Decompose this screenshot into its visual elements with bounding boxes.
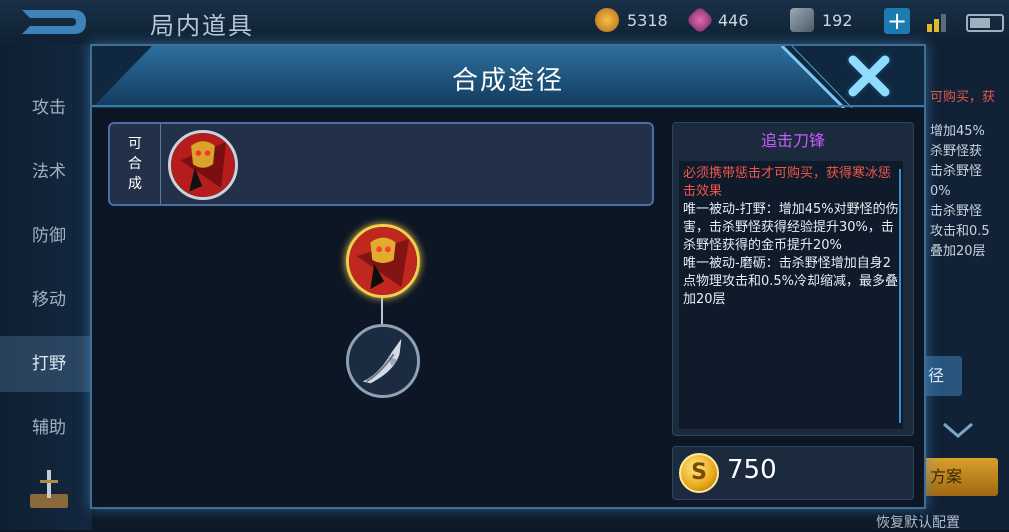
tree-connector-line xyxy=(381,298,383,326)
punishment-blade-icon xyxy=(349,327,417,395)
gold-counter: 5318 xyxy=(595,8,668,32)
item-description-panel: 追击刀锋 必须携带惩击才可购买，获得寒冰惩击效果 唯一被动-打野：增加45%对野… xyxy=(672,122,914,436)
chevron-down-icon[interactable] xyxy=(940,418,976,442)
category-sidebar: 攻击 法术 防御 移动 打野 辅助 xyxy=(0,44,92,530)
craftable-label-char: 可 xyxy=(128,136,142,152)
chasing-blade-icon xyxy=(349,227,417,295)
price-panel: S 750 xyxy=(672,446,914,500)
add-currency-button[interactable]: + xyxy=(884,8,910,34)
ticket-counter: 192 xyxy=(790,8,853,32)
description-scrollbar[interactable] xyxy=(899,169,901,423)
book-sword-icon[interactable] xyxy=(26,468,72,514)
gold-coin-icon: S xyxy=(679,453,719,493)
craftable-item-slot[interactable] xyxy=(168,130,238,200)
craftable-label-char: 合 xyxy=(128,156,142,172)
background-item-strip xyxy=(95,506,915,530)
sidebar-item-defense[interactable]: 防御 xyxy=(0,208,92,264)
close-icon[interactable] xyxy=(845,52,893,100)
craftable-into-row: 可 合 成 xyxy=(108,122,654,206)
background-text-red: 可购买，获 xyxy=(930,90,996,105)
sidebar-item-movement[interactable]: 移动 xyxy=(0,272,92,328)
sidebar-item-support[interactable]: 辅助 xyxy=(0,400,92,456)
restore-default-button[interactable]: 恢复默认配置 xyxy=(876,512,960,532)
background-plan-button[interactable]: 方案 xyxy=(918,458,998,496)
ticket-value: 192 xyxy=(822,10,853,30)
item-name: 追击刀锋 xyxy=(760,131,825,150)
crafting-path-dialog: 合成途径 可 合 成 追击刀锋 必须携带惩击才可购买，获得寒冰惩击效果 唯一被动… xyxy=(90,44,926,509)
back-button[interactable] xyxy=(12,6,92,38)
golden-mask-blade-icon xyxy=(171,133,235,197)
tree-child-item[interactable] xyxy=(346,324,420,398)
craftable-label-char: 成 xyxy=(128,176,142,192)
sidebar-item-magic[interactable]: 法术 xyxy=(0,144,92,200)
background-text: 增加45% 杀野怪获 击杀野怪 0% 击杀野怪 攻击和0.5 叠加20层 xyxy=(930,124,990,259)
dialog-title: 合成途径 xyxy=(451,66,564,96)
gem-counter: 446 xyxy=(685,5,749,35)
tree-parent-item[interactable] xyxy=(346,224,420,298)
signal-icon xyxy=(927,14,946,32)
passive-sharpen: 唯一被动-磨砺：击杀野怪增加自身2点物理攻击和0.5%冷却缩减，最多叠加20层 xyxy=(683,256,899,307)
battery-icon xyxy=(966,14,1004,32)
gem-value: 446 xyxy=(718,10,749,30)
passive-jungle: 唯一被动-打野：增加45%对野怪的伤害，击杀野怪获得经验提升30%，击杀野怪获得… xyxy=(683,202,899,253)
purchase-requirement: 必须携带惩击才可购买，获得寒冰惩击效果 xyxy=(683,166,892,199)
sidebar-item-jungle[interactable]: 打野 xyxy=(0,336,92,392)
sidebar-item-attack[interactable]: 攻击 xyxy=(0,80,92,136)
back-arrow-icon xyxy=(22,10,86,34)
craftable-label: 可 合 成 xyxy=(110,124,161,204)
item-description-scroll[interactable]: 必须携带惩击才可购买，获得寒冰惩击效果 唯一被动-打野：增加45%对野怪的伤害，… xyxy=(679,161,903,429)
ticket-icon xyxy=(790,8,814,32)
page-title: 局内道具 xyxy=(150,12,254,40)
gem-icon xyxy=(685,5,715,35)
item-price: 750 xyxy=(727,455,777,485)
gold-value: 5318 xyxy=(627,10,668,30)
gold-coin-icon xyxy=(595,8,619,32)
